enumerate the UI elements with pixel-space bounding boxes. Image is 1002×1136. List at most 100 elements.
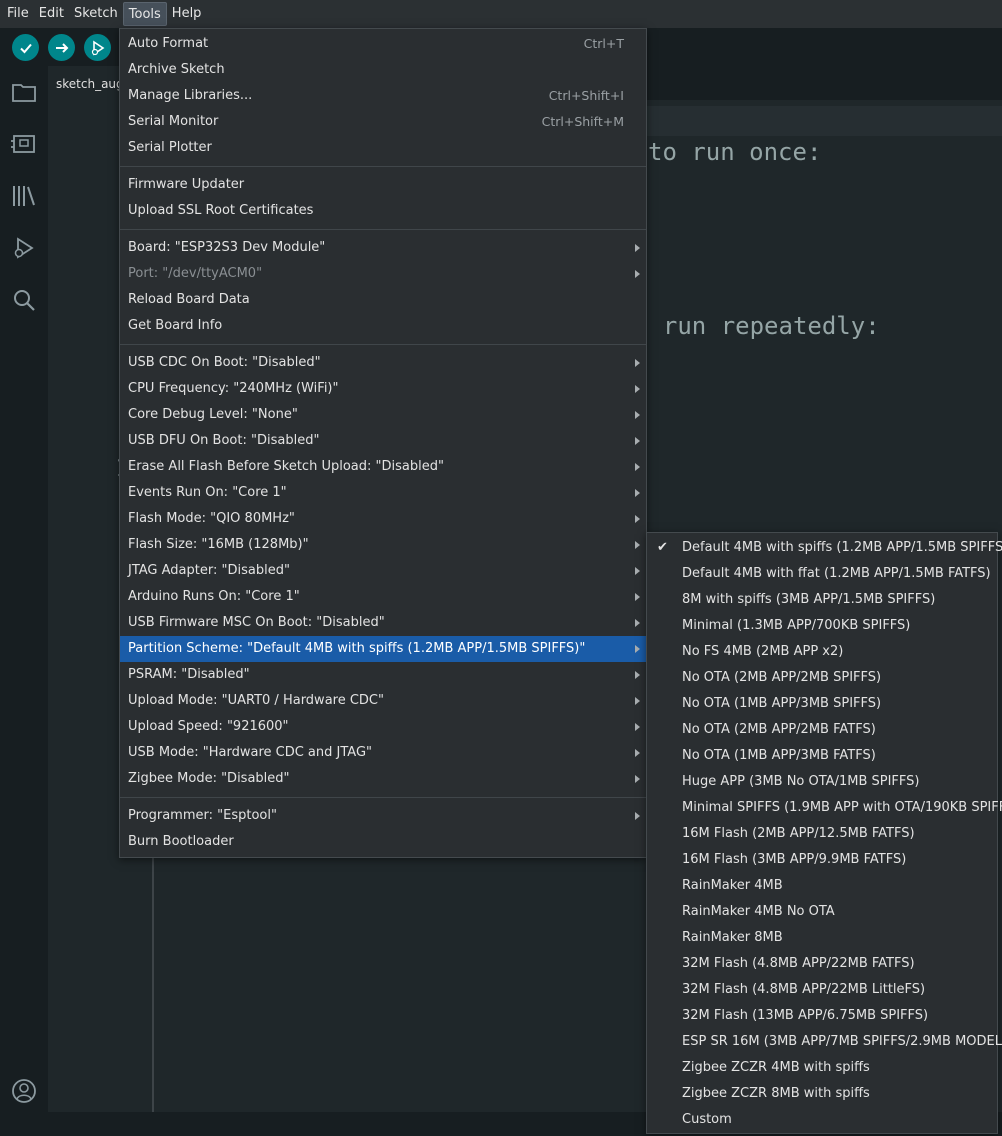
menu-sketch[interactable]: Sketch bbox=[69, 2, 123, 26]
partition-option[interactable]: Zigbee ZCZR 4MB with spiffs bbox=[647, 1055, 997, 1081]
debug-button[interactable] bbox=[84, 34, 111, 61]
tools-menu-item-auto-format[interactable]: Auto Format Ctrl+T bbox=[120, 31, 646, 57]
partition-option[interactable]: No OTA (2MB APP/2MB SPIFFS) bbox=[647, 665, 997, 691]
menu-item-label: USB Mode: "Hardware CDC and JTAG" bbox=[128, 745, 372, 760]
tools-menu-item-upload-ssl-root-certificates[interactable]: Upload SSL Root Certificates bbox=[120, 198, 646, 224]
tools-menu-item-usb-firmware-msc-on-boot[interactable]: USB Firmware MSC On Boot: "Disabled" bbox=[120, 610, 646, 636]
submenu-arrow-icon bbox=[635, 385, 640, 393]
tools-menu-item-usb-mode[interactable]: USB Mode: "Hardware CDC and JTAG" bbox=[120, 740, 646, 766]
partition-option-label: Default 4MB with ffat (1.2MB APP/1.5MB F… bbox=[682, 566, 991, 581]
tools-menu-item-reload-board-data[interactable]: Reload Board Data bbox=[120, 287, 646, 313]
partition-option[interactable]: RainMaker 4MB No OTA bbox=[647, 899, 997, 925]
partition-option[interactable]: RainMaker 4MB bbox=[647, 873, 997, 899]
search-icon[interactable] bbox=[10, 286, 38, 314]
partition-option[interactable]: 32M Flash (4.8MB APP/22MB LittleFS) bbox=[647, 977, 997, 1003]
menu-item-label: Erase All Flash Before Sketch Upload: "D… bbox=[128, 459, 444, 474]
partition-option[interactable]: No FS 4MB (2MB APP x2) bbox=[647, 639, 997, 665]
partition-option-label: RainMaker 4MB No OTA bbox=[682, 904, 835, 919]
partition-option[interactable]: Minimal SPIFFS (1.9MB APP with OTA/190KB… bbox=[647, 795, 1002, 821]
partition-option[interactable]: No OTA (1MB APP/3MB FATFS) bbox=[647, 743, 997, 769]
partition-option-label: Zigbee ZCZR 4MB with spiffs bbox=[682, 1060, 870, 1075]
menu-item-label: Serial Plotter bbox=[128, 140, 212, 155]
partition-option[interactable]: Huge APP (3MB No OTA/1MB SPIFFS) bbox=[647, 769, 997, 795]
tools-menu-item-usb-dfu-on-boot[interactable]: USB DFU On Boot: "Disabled" bbox=[120, 428, 646, 454]
partition-option[interactable]: 32M Flash (4.8MB APP/22MB FATFS) bbox=[647, 951, 997, 977]
partition-option[interactable]: RainMaker 8MB bbox=[647, 925, 997, 951]
submenu-arrow-icon bbox=[635, 619, 640, 627]
checkmark-icon: ✔ bbox=[657, 540, 668, 555]
tools-menu-item-cpu-frequency[interactable]: CPU Frequency: "240MHz (WiFi)" bbox=[120, 376, 646, 402]
tools-menu-item-events-run-on[interactable]: Events Run On: "Core 1" bbox=[120, 480, 646, 506]
tools-menu-item-get-board-info[interactable]: Get Board Info bbox=[120, 313, 646, 339]
partition-option[interactable]: 8M with spiffs (3MB APP/1.5MB SPIFFS) bbox=[647, 587, 997, 613]
partition-option-label: No FS 4MB (2MB APP x2) bbox=[682, 644, 844, 659]
tools-menu-item-flash-mode[interactable]: Flash Mode: "QIO 80MHz" bbox=[120, 506, 646, 532]
tools-menu-item-arduino-runs-on[interactable]: Arduino Runs On: "Core 1" bbox=[120, 584, 646, 610]
partition-option[interactable]: No OTA (2MB APP/2MB FATFS) bbox=[647, 717, 997, 743]
partition-option[interactable]: ✔ Default 4MB with spiffs (1.2MB APP/1.5M… bbox=[647, 535, 1002, 561]
tools-menu-item-upload-speed[interactable]: Upload Speed: "921600" bbox=[120, 714, 646, 740]
menu-item-label: Upload Speed: "921600" bbox=[128, 719, 289, 734]
tools-menu-item-firmware-updater[interactable]: Firmware Updater bbox=[120, 172, 646, 198]
menu-item-label: Reload Board Data bbox=[128, 292, 250, 307]
menu-item-label: Zigbee Mode: "Disabled" bbox=[128, 771, 290, 786]
tools-menu-item-flash-size[interactable]: Flash Size: "16MB (128Mb)" bbox=[120, 532, 646, 558]
partition-option[interactable]: Custom bbox=[647, 1107, 997, 1133]
submenu-arrow-icon bbox=[635, 567, 640, 575]
tools-menu-item-serial-plotter[interactable]: Serial Plotter bbox=[120, 135, 646, 161]
partition-option[interactable]: 16M Flash (2MB APP/12.5MB FATFS) bbox=[647, 821, 997, 847]
tools-menu-item-psram[interactable]: PSRAM: "Disabled" bbox=[120, 662, 646, 688]
partition-option[interactable]: 32M Flash (13MB APP/6.75MB SPIFFS) bbox=[647, 1003, 997, 1029]
submenu-arrow-icon bbox=[635, 749, 640, 757]
partition-option-label: RainMaker 4MB bbox=[682, 878, 783, 893]
library-icon[interactable] bbox=[10, 182, 38, 210]
menu-separator bbox=[120, 166, 646, 167]
code-text[interactable]: o run repeatedly: bbox=[634, 312, 880, 340]
verify-button[interactable] bbox=[12, 34, 39, 61]
partition-option-label: No OTA (2MB APP/2MB FATFS) bbox=[682, 722, 876, 737]
menu-item-label: USB CDC On Boot: "Disabled" bbox=[128, 355, 321, 370]
tools-menu-item-manage-libraries[interactable]: Manage Libraries... Ctrl+Shift+I bbox=[120, 83, 646, 109]
account-icon[interactable] bbox=[10, 1077, 38, 1105]
partition-option-label: 32M Flash (4.8MB APP/22MB LittleFS) bbox=[682, 982, 926, 997]
partition-option[interactable]: No OTA (1MB APP/3MB SPIFFS) bbox=[647, 691, 997, 717]
tools-menu-item-serial-monitor[interactable]: Serial Monitor Ctrl+Shift+M bbox=[120, 109, 646, 135]
tools-menu-item-zigbee-mode[interactable]: Zigbee Mode: "Disabled" bbox=[120, 766, 646, 792]
upload-button[interactable] bbox=[48, 34, 75, 61]
partition-option[interactable]: ESP SR 16M (3MB APP/7MB SPIFFS/2.9MB MOD… bbox=[647, 1029, 1002, 1055]
tools-menu-item-programmer[interactable]: Programmer: "Esptool" bbox=[120, 803, 646, 829]
board-manager-icon[interactable] bbox=[10, 130, 38, 158]
partition-option[interactable]: 16M Flash (3MB APP/9.9MB FATFS) bbox=[647, 847, 997, 873]
tools-menu-item-board[interactable]: Board: "ESP32S3 Dev Module" bbox=[120, 235, 646, 261]
tools-menu-item-archive-sketch[interactable]: Archive Sketch bbox=[120, 57, 646, 83]
submenu-arrow-icon bbox=[635, 697, 640, 705]
tools-menu-item-upload-mode[interactable]: Upload Mode: "UART0 / Hardware CDC" bbox=[120, 688, 646, 714]
partition-option-label: Default 4MB with spiffs (1.2MB APP/1.5MB… bbox=[682, 540, 1002, 555]
tools-menu-item-erase-all-flash-before-sketch-upload[interactable]: Erase All Flash Before Sketch Upload: "D… bbox=[120, 454, 646, 480]
tools-menu-item-core-debug-level[interactable]: Core Debug Level: "None" bbox=[120, 402, 646, 428]
submenu-arrow-icon bbox=[635, 812, 640, 820]
submenu-arrow-icon bbox=[635, 359, 640, 367]
tools-menu-item-burn-bootloader[interactable]: Burn Bootloader bbox=[120, 829, 646, 855]
folder-icon[interactable] bbox=[10, 78, 38, 106]
partition-option[interactable]: Minimal (1.3MB APP/700KB SPIFFS) bbox=[647, 613, 997, 639]
partition-option-label: Zigbee ZCZR 8MB with spiffs bbox=[682, 1086, 870, 1101]
partition-option-label: No OTA (1MB APP/3MB SPIFFS) bbox=[682, 696, 882, 711]
menu-item-label: Core Debug Level: "None" bbox=[128, 407, 298, 422]
menu-help[interactable]: Help bbox=[167, 2, 207, 26]
tools-menu-item-partition-scheme[interactable]: Partition Scheme: "Default 4MB with spif… bbox=[120, 636, 646, 662]
partition-option[interactable]: Zigbee ZCZR 8MB with spiffs bbox=[647, 1081, 997, 1107]
menu-file[interactable]: File bbox=[2, 2, 34, 26]
menu-item-shortcut: Ctrl+Shift+I bbox=[548, 88, 624, 103]
code-text[interactable]: to run once: bbox=[648, 138, 821, 166]
tools-menu-item-usb-cdc-on-boot[interactable]: USB CDC On Boot: "Disabled" bbox=[120, 350, 646, 376]
menu-tools[interactable]: Tools bbox=[122, 2, 167, 26]
tools-menu-item-jtag-adapter[interactable]: JTAG Adapter: "Disabled" bbox=[120, 558, 646, 584]
partition-option-label: ESP SR 16M (3MB APP/7MB SPIFFS/2.9MB MOD… bbox=[682, 1034, 1002, 1049]
menu-item-label: Upload Mode: "UART0 / Hardware CDC" bbox=[128, 693, 384, 708]
menu-item-label: Partition Scheme: "Default 4MB with spif… bbox=[128, 641, 586, 656]
menu-edit[interactable]: Edit bbox=[34, 2, 69, 26]
debug-icon[interactable] bbox=[10, 234, 38, 262]
partition-option[interactable]: Default 4MB with ffat (1.2MB APP/1.5MB F… bbox=[647, 561, 997, 587]
partition-option-label: 32M Flash (4.8MB APP/22MB FATFS) bbox=[682, 956, 915, 971]
